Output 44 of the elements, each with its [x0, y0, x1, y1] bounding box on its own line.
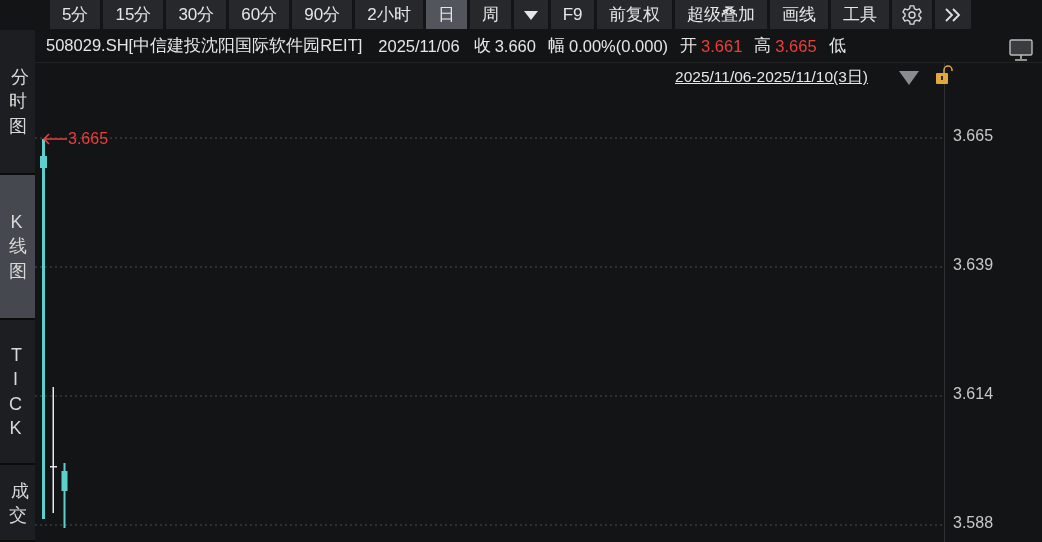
settings-icon	[901, 3, 924, 26]
side-tab[interactable]: 成交	[0, 465, 35, 542]
price-axis-label: 3.614	[953, 385, 994, 403]
period-tab[interactable]: 15分	[103, 0, 164, 29]
field-value: 3.661	[701, 36, 743, 56]
field-value: 0.00%(0.000)	[569, 36, 669, 56]
more-button[interactable]	[935, 0, 972, 29]
toolbar-button[interactable]: 工具	[831, 0, 890, 29]
field-label: 开	[680, 35, 698, 56]
field-label: 高	[754, 35, 772, 56]
period-tab[interactable]: 90分	[292, 0, 353, 29]
side-tab[interactable]: K线图	[0, 175, 35, 320]
high-price-label: 3.665	[68, 130, 109, 148]
side-tab[interactable]: 分时图	[0, 30, 35, 175]
period-tab[interactable]: 周	[469, 0, 511, 29]
lock-icon[interactable]	[935, 65, 953, 85]
double-chevron-icon	[944, 6, 963, 23]
date-range-link[interactable]: 2025/11/06-2025/11/10(3日)	[675, 67, 884, 88]
caret-icon	[522, 8, 539, 21]
price-axis-label: 3.665	[953, 127, 994, 145]
arrow-icon	[42, 133, 68, 145]
dropdown-triangle-icon[interactable]	[898, 69, 920, 86]
period-tab[interactable]: 日	[425, 0, 467, 29]
field-value: 3.660	[494, 36, 536, 56]
date-text: 2025/11/06	[378, 36, 460, 56]
dropdown-button[interactable]	[513, 0, 548, 29]
price-axis-label: 3.639	[953, 256, 994, 274]
period-tab[interactable]: 60分	[229, 0, 290, 29]
field-label: 收	[473, 35, 491, 56]
toolbar-button[interactable]: 超级叠加	[675, 0, 768, 29]
period-tab[interactable]: 2小时	[355, 0, 423, 29]
toolbar-button[interactable]: 前复权	[597, 0, 673, 29]
toolbar-button[interactable]: 画线	[770, 0, 829, 29]
period-tab[interactable]: 5分	[50, 0, 101, 29]
field-label: 幅	[548, 35, 565, 56]
settings-button[interactable]	[892, 0, 933, 29]
security-name: 508029.SH[中信建投沈阳国际软件园REIT]	[46, 35, 363, 56]
price-axis-label: 3.588	[953, 514, 994, 532]
monitor-icon[interactable]	[1008, 38, 1034, 62]
period-tab[interactable]: 30分	[166, 0, 227, 29]
field-label: 低	[828, 35, 846, 56]
field-value: 3.665	[775, 36, 817, 56]
toolbar-button[interactable]: F9	[550, 0, 595, 29]
side-tab[interactable]: TICK	[0, 320, 35, 465]
